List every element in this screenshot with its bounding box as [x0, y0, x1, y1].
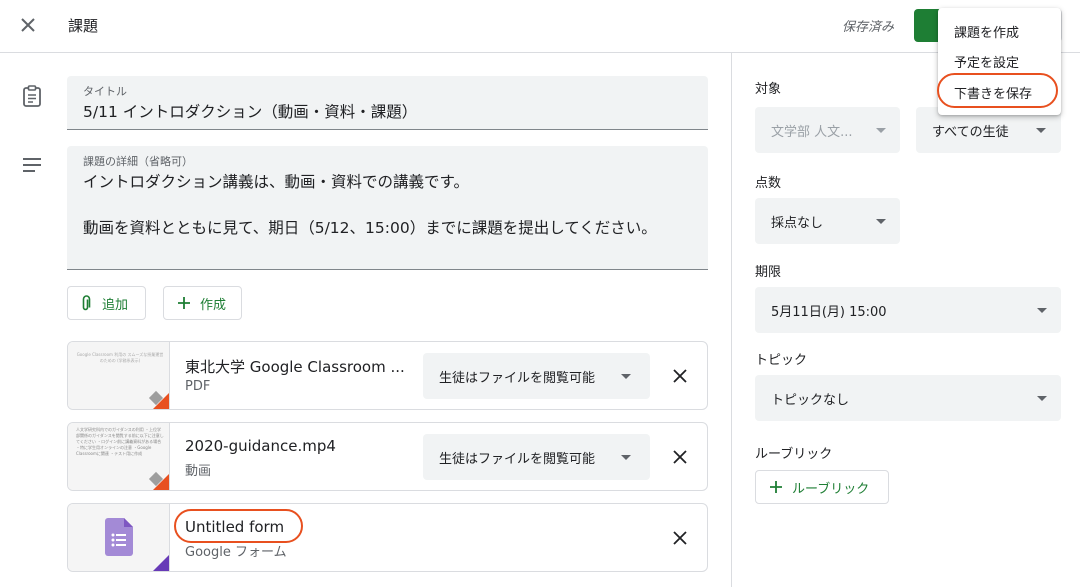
- add-button[interactable]: 追加: [67, 286, 146, 320]
- class-select[interactable]: 文学部 人文...: [755, 107, 900, 153]
- video-thumbnail: 人文学研究科内でのガイダンスの利用 ・上位学部関係のガイダンスを閲覧する前に以下…: [68, 423, 170, 490]
- due-label: 期限: [755, 265, 782, 280]
- points-select[interactable]: 採点なし: [755, 198, 900, 244]
- dropdown-arrow-icon: [1037, 396, 1047, 401]
- dropdown-arrow-icon: [1036, 128, 1046, 133]
- permission-select-value: 生徒はファイルを閲覧可能: [439, 451, 596, 467]
- dropdown-arrow-icon: [1037, 308, 1047, 313]
- google-forms-icon: [105, 518, 133, 560]
- assignment-icon: [21, 84, 43, 108]
- attachment-title[interactable]: 2020-guidance.mp4: [185, 437, 336, 455]
- students-select-value: すべての生徒: [932, 124, 1009, 140]
- paperclip-icon: [82, 295, 92, 311]
- assign-menu: 課題を作成 予定を設定 下書きを保存: [938, 8, 1061, 115]
- pdf-thumbnail-text: Google Classroom 利用の スムーズな授業運営のための (学務系表…: [76, 352, 164, 363]
- add-rubric-button-label: ルーブリック: [792, 481, 870, 497]
- rubric-label: ルーブリック: [755, 447, 833, 462]
- page-title: 課題: [68, 17, 99, 35]
- video-thumbnail-text: 人文学研究科内でのガイダンスの利用 ・上位学部関係のガイダンスを閲覧する前に以下…: [76, 427, 164, 456]
- description-icon: [21, 156, 43, 174]
- menu-item-save-draft[interactable]: 下書きを保存: [954, 83, 1032, 102]
- dropdown-arrow-icon: [621, 374, 631, 379]
- permission-select[interactable]: 生徒はファイルを閲覧可能: [423, 353, 650, 399]
- top-bar: 課題 保存済み: [0, 0, 1080, 53]
- details-line-2: 動画を資料とともに見て、期日（5/12、15:00）までに課題を提出してください…: [83, 219, 657, 237]
- attachment-type: PDF: [185, 379, 211, 394]
- target-label: 対象: [755, 82, 782, 97]
- close-icon[interactable]: [14, 11, 42, 39]
- attachment-card[interactable]: Google Classroom 利用の スムーズな授業運営のための (学務系表…: [67, 341, 708, 410]
- create-button[interactable]: 作成: [163, 286, 242, 320]
- forms-thumbnail: [68, 504, 170, 571]
- pdf-thumbnail: Google Classroom 利用の スムーズな授業運営のための (学務系表…: [68, 342, 170, 409]
- details-field[interactable]: 課題の詳細（省略可） イントロダクション講義は、動画・資料での講義です。 動画を…: [67, 146, 708, 270]
- plus-icon: [770, 481, 782, 493]
- attachment-type: Google フォーム: [185, 545, 287, 560]
- pdf-fold-icon: [153, 393, 169, 409]
- saved-status: 保存済み: [842, 20, 895, 35]
- title-field[interactable]: タイトル 5/11 イントロダクション（動画・資料・課題）: [67, 76, 708, 130]
- points-select-value: 採点なし: [771, 215, 824, 231]
- menu-item-create-assignment[interactable]: 課題を作成: [954, 22, 1019, 41]
- points-label: 点数: [755, 176, 782, 191]
- attachment-card[interactable]: 人文学研究科内でのガイダンスの利用 ・上位学部関係のガイダンスを閲覧する前に以下…: [67, 422, 708, 491]
- permission-select-value: 生徒はファイルを閲覧可能: [439, 370, 596, 386]
- plus-icon: [178, 297, 190, 309]
- dropdown-arrow-icon: [876, 219, 886, 224]
- forms-fold-icon: [153, 555, 169, 571]
- remove-attachment-icon[interactable]: [668, 526, 692, 550]
- create-button-label: 作成: [200, 297, 227, 313]
- details-field-label: 課題の詳細（省略可）: [83, 155, 193, 168]
- dropdown-arrow-icon: [621, 455, 631, 460]
- dropdown-arrow-icon: [876, 128, 886, 133]
- add-rubric-button[interactable]: ルーブリック: [755, 470, 889, 504]
- class-select-value: 文学部 人文...: [771, 124, 853, 140]
- details-line-1: イントロダクション講義は、動画・資料での講義です。: [83, 173, 469, 191]
- title-field-value: 5/11 イントロダクション（動画・資料・課題）: [83, 103, 418, 121]
- menu-item-schedule[interactable]: 予定を設定: [954, 52, 1019, 71]
- topic-select[interactable]: トピックなし: [755, 375, 1061, 421]
- video-fold-icon: [153, 474, 169, 490]
- attachment-title[interactable]: Untitled form: [185, 518, 284, 536]
- attachment-type: 動画: [185, 464, 212, 479]
- remove-attachment-icon[interactable]: [668, 364, 692, 388]
- remove-attachment-icon[interactable]: [668, 445, 692, 469]
- topic-select-value: トピックなし: [771, 392, 850, 408]
- attachment-card[interactable]: Untitled form Google フォーム: [67, 503, 708, 572]
- title-field-label: タイトル: [83, 85, 127, 98]
- due-select-value: 5月11日(月) 15:00: [771, 304, 887, 320]
- add-button-label: 追加: [102, 297, 129, 313]
- permission-select[interactable]: 生徒はファイルを閲覧可能: [423, 434, 650, 480]
- attachment-title[interactable]: 東北大学 Google Classroom ...: [185, 356, 405, 377]
- due-select[interactable]: 5月11日(月) 15:00: [755, 287, 1061, 333]
- topic-label: トピック: [755, 353, 808, 368]
